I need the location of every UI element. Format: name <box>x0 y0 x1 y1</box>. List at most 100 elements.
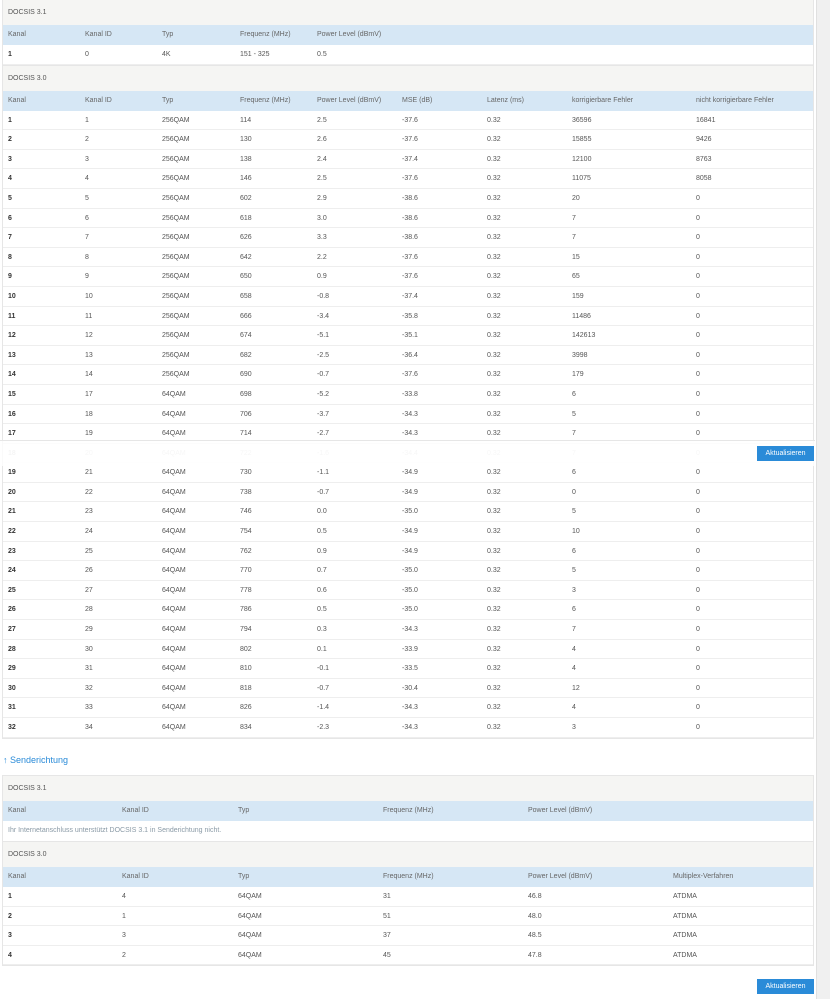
table-row: 1 1 256QAM 114 2.5 -37.6 0.32 36596 16841 <box>3 110 813 131</box>
cell-4: 0.5 <box>317 528 327 536</box>
cell-3: 45 <box>383 951 391 959</box>
cell-6: 0.32 <box>487 155 501 163</box>
table-row: 12 12 256QAM 674 -5.1 -35.1 0.32 142613 0 <box>3 326 813 346</box>
upstream-link[interactable]: ↑ Senderichtung <box>3 755 68 765</box>
cell-1: 0 <box>85 51 89 58</box>
table-row: 11 11 256QAM 666 -3.4 -35.8 0.32 11486 0 <box>3 306 813 327</box>
table-row: 2 1 64QAM 51 48.0 ATDMA <box>3 906 813 927</box>
cell-8: 0 <box>696 469 700 477</box>
cell-3: 674 <box>240 332 252 340</box>
cell-0: 26 <box>8 606 16 614</box>
table-row: 27 29 64QAM 794 0.3 -34.3 0.32 7 0 <box>3 620 813 640</box>
column-header-0: Kanal <box>8 807 26 814</box>
column-header-7: korrigierbare Fehler <box>572 96 634 104</box>
table-row: 20 22 64QAM 738 -0.7 -34.9 0.32 0 0 <box>3 482 813 503</box>
cell-6: 0.32 <box>487 371 501 379</box>
cell-1: 10 <box>85 292 93 300</box>
cell-6: 0.32 <box>487 469 501 477</box>
cell-5: -34.9 <box>402 469 418 477</box>
sticky-footer: Aktualisieren <box>0 440 815 466</box>
cell-6: 0.32 <box>487 194 501 202</box>
cell-7: 4 <box>572 665 576 673</box>
cell-7: 6 <box>572 606 576 614</box>
cell-6: 0.32 <box>487 684 501 692</box>
cell-4: 48.5 <box>528 932 542 940</box>
cell-3: 658 <box>240 292 252 300</box>
column-header-1: Kanal ID <box>122 873 149 880</box>
table-row: 13 13 256QAM 682 -2.5 -36.4 0.32 3998 0 <box>3 345 813 366</box>
cell-0: 9 <box>8 273 12 281</box>
cell-8: 0 <box>696 292 700 300</box>
cell-7: 11075 <box>572 175 591 183</box>
cell-0: 7 <box>8 234 12 242</box>
cell-1: 3 <box>122 932 126 940</box>
table-row: 25 27 64QAM 778 0.6 -35.0 0.32 3 0 <box>3 580 813 601</box>
cell-8: 0 <box>696 312 700 320</box>
cell-1: 3 <box>85 155 89 163</box>
cell-7: 10 <box>572 528 580 536</box>
cell-1: 13 <box>85 351 93 359</box>
cell-7: 6 <box>572 547 576 555</box>
cell-1: 21 <box>85 469 93 477</box>
cell-0: 12 <box>8 332 16 340</box>
refresh-button[interactable]: Aktualisieren <box>757 446 814 461</box>
cell-7: 7 <box>572 234 576 242</box>
cell-2: 64QAM <box>162 469 186 477</box>
cell-4: -1.4 <box>317 704 330 712</box>
cell-6: 0.32 <box>487 332 501 340</box>
cell-0: 31 <box>8 704 16 712</box>
cell-2: 64QAM <box>238 932 262 940</box>
cell-6: 0.32 <box>487 488 501 496</box>
cell-8: 0 <box>696 665 700 673</box>
cell-7: 4 <box>572 704 576 712</box>
cell-0: 14 <box>8 371 16 379</box>
cell-5: -34.9 <box>402 547 418 555</box>
cell-0: 25 <box>8 586 16 594</box>
cell-5: -35.0 <box>402 606 418 614</box>
cell-3: 706 <box>240 410 252 418</box>
cell-6: 0.32 <box>487 704 501 712</box>
cell-1: 2 <box>122 951 126 959</box>
table-header: Kanal Kanal ID Typ Frequenz (MHz) Power Leve… <box>3 90 813 111</box>
cell-5: -34.9 <box>402 488 418 496</box>
cell-6: 0.32 <box>487 645 501 653</box>
cell-0: 19 <box>8 469 16 477</box>
cell-8: 0 <box>696 253 700 261</box>
cell-4: -3.4 <box>317 312 330 320</box>
column-header-6: Latenz (ms) <box>487 96 524 104</box>
table-row: 26 28 64QAM 786 0.5 -35.0 0.32 6 0 <box>3 600 813 621</box>
cell-4: 2.9 <box>317 194 327 202</box>
cell-4: 0.1 <box>317 645 327 653</box>
cell-0: 30 <box>8 684 16 692</box>
cell-0: 8 <box>8 253 12 261</box>
cell-7: 3 <box>572 724 576 731</box>
cell-2: 64QAM <box>238 912 262 920</box>
cell-4: 0.9 <box>317 273 327 281</box>
cell-0: 22 <box>8 528 16 536</box>
cell-7: 7 <box>572 626 576 634</box>
scrollbar[interactable] <box>816 0 830 999</box>
column-header-1: Kanal ID <box>85 96 112 104</box>
column-header-5: Multiplex-Verfahren <box>673 873 734 880</box>
column-header-0: Kanal <box>8 96 26 104</box>
cell-0: 2 <box>8 912 12 920</box>
cell-5: ATDMA <box>673 932 697 940</box>
cell-3: 146 <box>240 175 252 183</box>
cell-8: 0 <box>696 332 700 340</box>
cell-3: 778 <box>240 586 252 594</box>
cell-5: -37.4 <box>402 155 418 163</box>
refresh-button-bottom[interactable]: Aktualisieren <box>757 979 814 994</box>
cell-5: -37.6 <box>402 371 418 379</box>
cell-6: 0.32 <box>487 626 501 634</box>
cell-8: 0 <box>696 371 700 379</box>
cell-7: 159 <box>572 292 584 300</box>
cell-7: 20 <box>572 194 580 202</box>
cell-5: -37.6 <box>402 116 418 124</box>
cell-2: 256QAM <box>162 116 190 124</box>
column-header-3: Frequenz (MHz) <box>383 873 434 880</box>
cell-4: -0.7 <box>317 488 330 496</box>
cell-2: 64QAM <box>162 547 186 555</box>
cell-5: -37.6 <box>402 175 418 183</box>
column-header-0: Kanal <box>8 31 26 38</box>
cell-2: 256QAM <box>162 351 190 359</box>
